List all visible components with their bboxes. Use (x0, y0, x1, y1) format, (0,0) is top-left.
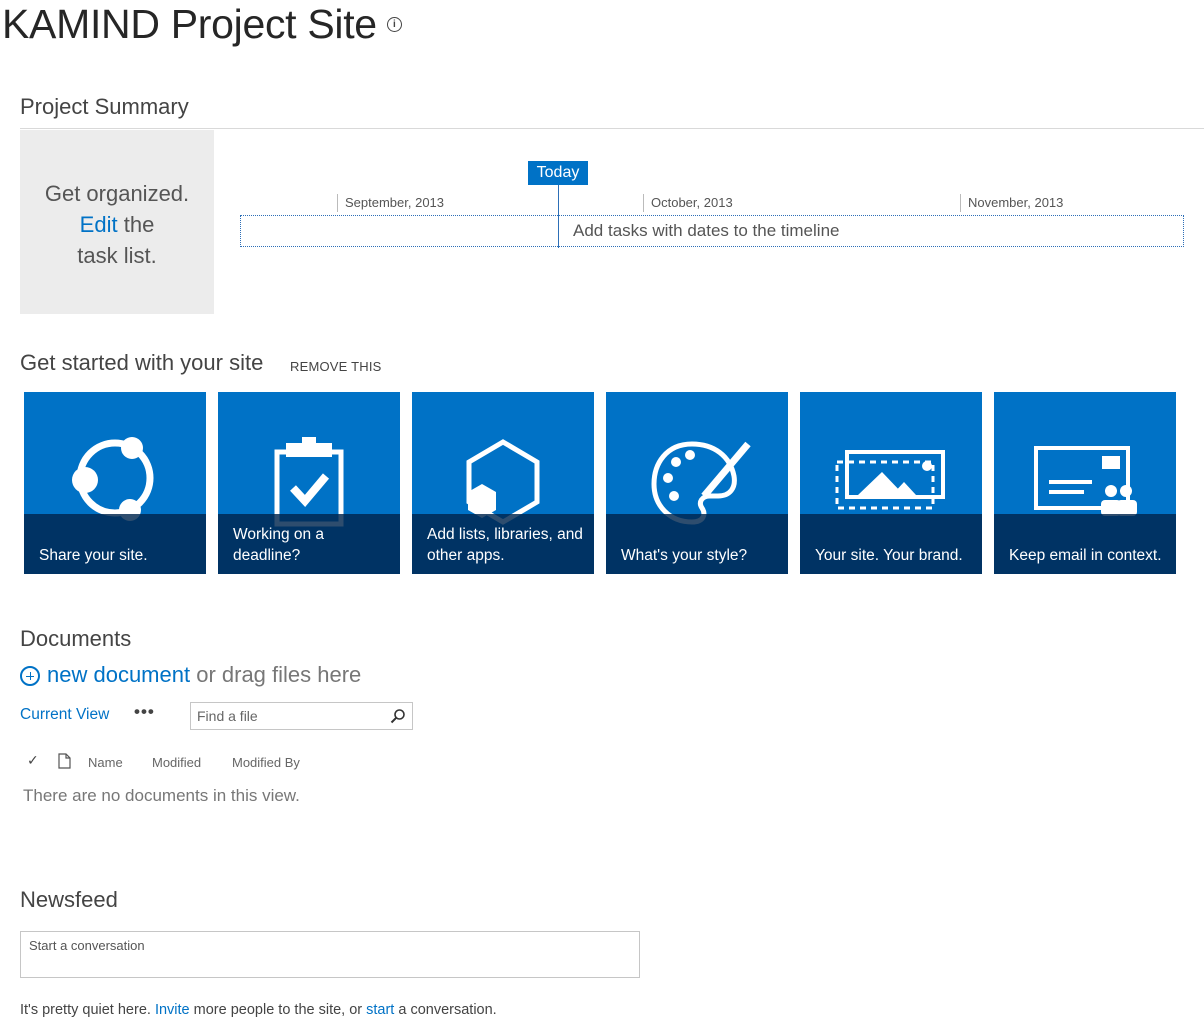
tile-style[interactable]: What's your style? (606, 392, 788, 574)
start-conversation-link[interactable]: start (366, 1002, 394, 1018)
new-document-row: new document or drag files here (20, 662, 361, 688)
search-icon[interactable] (390, 708, 406, 724)
quiet-message: It's pretty quiet here. Invite more peop… (20, 1002, 497, 1018)
summary-divider (20, 128, 1204, 129)
organize-the: the (123, 212, 155, 237)
quiet-text-2: more people to the site, or (189, 1002, 367, 1018)
tile-email[interactable]: Keep email in context. (994, 392, 1176, 574)
current-view-link[interactable]: Current View (20, 706, 109, 724)
document-type-icon (58, 753, 71, 769)
organize-line2: Edit the (20, 209, 214, 240)
empty-documents-message: There are no documents in this view. (23, 786, 300, 805)
more-options-icon[interactable]: ••• (134, 702, 155, 722)
get-organized-panel: Get organized. Edit the task list. (20, 130, 214, 314)
column-header-name[interactable]: Name (88, 755, 123, 770)
drag-files-text: or drag files here (190, 662, 362, 687)
timeline-month-november: November, 2013 (960, 194, 1063, 212)
today-marker-line (558, 185, 559, 248)
timeline-month-october: October, 2013 (643, 194, 733, 212)
invite-link[interactable]: Invite (155, 1002, 190, 1018)
column-header-modified[interactable]: Modified (152, 755, 201, 770)
site-title: KAMIND Project Site i (2, 0, 402, 50)
organize-line3: task list. (77, 243, 157, 268)
organize-line1: Get organized. (44, 181, 190, 206)
tile-label: Keep email in context. (1009, 547, 1162, 564)
get-started-heading: Get started with your site (20, 350, 264, 375)
find-file-input[interactable] (191, 703, 387, 729)
tile-add-apps[interactable]: Add lists, libraries, and other apps. (412, 392, 594, 574)
select-all-check[interactable]: ✓ (27, 752, 39, 769)
documents-heading: Documents (20, 626, 132, 651)
column-header-modified-by[interactable]: Modified By (232, 755, 300, 770)
conversation-box (20, 931, 640, 978)
tile-label: Working on a deadline? (233, 526, 325, 564)
info-icon[interactable]: i (386, 16, 402, 32)
tile-share-site[interactable]: Share your site. (24, 392, 206, 574)
today-marker: Today (528, 161, 588, 185)
tile-label: Your site. Your brand. (815, 547, 963, 564)
site-title-text: KAMIND Project Site (2, 1, 377, 47)
tile-label: Share your site. (39, 547, 148, 564)
timeline-month-september: September, 2013 (337, 194, 444, 212)
tile-label: Add lists, libraries, and other apps. (427, 526, 583, 564)
new-document-link[interactable]: new document (47, 662, 190, 687)
add-circle-icon[interactable] (20, 666, 40, 686)
tile-deadline[interactable]: Working on a deadline? (218, 392, 400, 574)
project-summary-heading: Project Summary (20, 94, 189, 119)
remove-this-link[interactable]: REMOVE THIS (290, 359, 382, 374)
timeline-placeholder: Add tasks with dates to the timeline (573, 221, 840, 240)
tile-label: What's your style? (621, 547, 748, 564)
newsfeed-heading: Newsfeed (20, 887, 118, 912)
quiet-text-3: a conversation. (394, 1002, 497, 1018)
quiet-text-1: It's pretty quiet here. (20, 1002, 155, 1018)
edit-task-list-link[interactable]: Edit (80, 212, 118, 237)
find-file-search (190, 702, 413, 730)
tile-brand[interactable]: Your site. Your brand. (800, 392, 982, 574)
start-conversation-input[interactable] (21, 932, 639, 977)
